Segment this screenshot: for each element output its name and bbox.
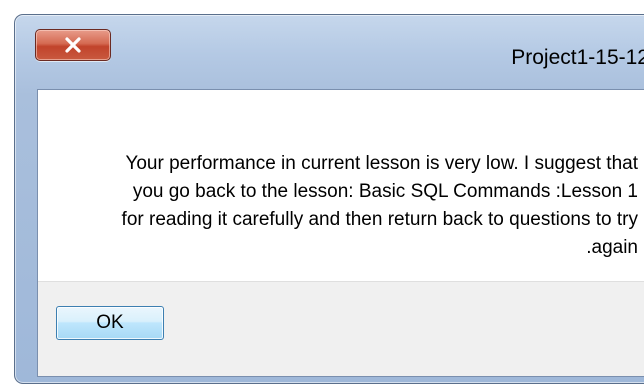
message-line: you go back to the lesson: Basic SQL Com… (132, 181, 638, 202)
screen: Project1-15-12 Your performance in curre… (0, 0, 644, 384)
button-bar: OK (38, 281, 644, 376)
message-text: Your performance in current lesson is ve… (48, 150, 638, 262)
message-line: Your performance in current lesson is ve… (125, 153, 638, 174)
ok-button[interactable]: OK (56, 306, 164, 340)
message-line: .again (586, 237, 638, 258)
close-x-icon (64, 37, 82, 53)
message-line: for reading it carefully and then return… (121, 209, 638, 230)
dialog-content: Your performance in current lesson is ve… (37, 89, 644, 377)
window-title: Project1-15-12 (511, 46, 644, 69)
title-bar[interactable]: Project1-15-12 (15, 15, 644, 81)
close-button[interactable] (35, 29, 111, 61)
message-dialog: Project1-15-12 Your performance in curre… (14, 14, 644, 384)
